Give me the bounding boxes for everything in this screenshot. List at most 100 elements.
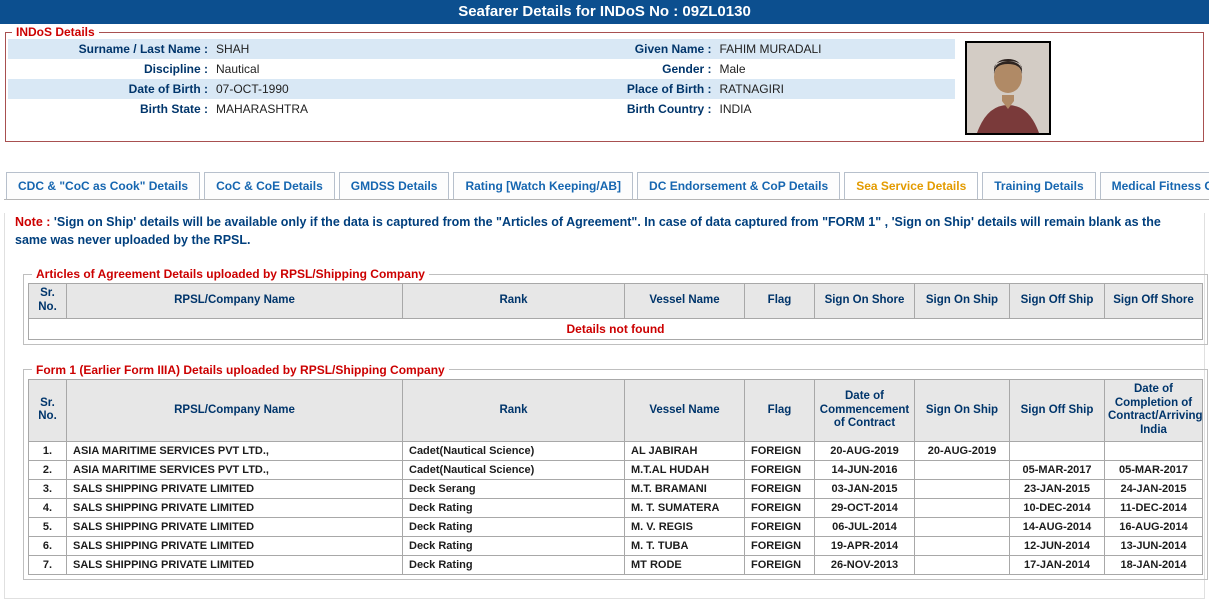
note-label: Note :: [15, 215, 50, 229]
cell-vessel: MT RODE: [625, 556, 745, 575]
indos-fields: Surname / Last Name : SHAH Given Name : …: [8, 39, 955, 119]
cell-vessel: M. T. SUMATERA: [625, 499, 745, 518]
col-vessel: Vessel Name: [625, 379, 745, 441]
cell-commencement-date: 14-JUN-2016: [815, 461, 915, 480]
cell-sign-off-ship: 10-DEC-2014: [1010, 499, 1105, 518]
cell-sign-on-ship: [915, 480, 1010, 499]
tab-medical-fitness-certificate[interactable]: Medical Fitness Certificate: [1100, 172, 1209, 200]
date-of-birth-label: Date of Birth :: [8, 79, 208, 99]
cell-commencement-date: 03-JAN-2015: [815, 480, 915, 499]
cell-completion-date: 13-JUN-2014: [1105, 537, 1203, 556]
date-of-birth-value: 07-OCT-1990: [216, 79, 289, 99]
cell-commencement-date: 06-JUL-2014: [815, 518, 915, 537]
form1-section-title: Form 1 (Earlier Form IIIA) Details uploa…: [32, 363, 449, 377]
tab-dc-endorsement-cop-details[interactable]: DC Endorsement & CoP Details: [637, 172, 840, 200]
cell-sign-off-ship: 05-MAR-2017: [1010, 461, 1105, 480]
cell-company: ASIA MARITIME SERVICES PVT LTD.,: [67, 442, 403, 461]
cell-vessel: M.T.AL HUDAH: [625, 461, 745, 480]
tab-gmdss-details[interactable]: GMDSS Details: [339, 172, 450, 200]
table-row: 2. ASIA MARITIME SERVICES PVT LTD., Cade…: [29, 461, 1203, 480]
form1-section: Form 1 (Earlier Form IIIA) Details uploa…: [23, 363, 1208, 580]
note-body: 'Sign on Ship' details will be available…: [15, 215, 1161, 247]
birth-country-value: INDIA: [720, 99, 752, 119]
col-vessel: Vessel Name: [625, 284, 745, 319]
birth-country-label: Birth Country :: [482, 99, 712, 119]
page-title: Seafarer Details for INDoS No : 09ZL0130: [458, 3, 751, 20]
cell-sr-no: 4.: [29, 499, 67, 518]
col-rank: Rank: [403, 379, 625, 441]
cell-commencement-date: 20-AUG-2019: [815, 442, 915, 461]
cell-flag: FOREIGN: [745, 461, 815, 480]
discipline-value: Nautical: [216, 59, 259, 79]
cell-sign-on-ship: [915, 499, 1010, 518]
field-row: Surname / Last Name : SHAH Given Name : …: [8, 39, 955, 59]
articles-header-row: Sr. No. RPSL/Company Name Rank Vessel Na…: [29, 284, 1203, 319]
cell-company: SALS SHIPPING PRIVATE LIMITED: [67, 499, 403, 518]
seafarer-photo-placeholder: [967, 43, 1049, 133]
place-of-birth-label: Place of Birth :: [482, 79, 712, 99]
gender-label: Gender :: [482, 59, 712, 79]
cell-sign-off-ship: 17-JAN-2014: [1010, 556, 1105, 575]
surname-value: SHAH: [216, 39, 249, 59]
cell-completion-date: 18-JAN-2014: [1105, 556, 1203, 575]
col-flag: Flag: [745, 284, 815, 319]
col-flag: Flag: [745, 379, 815, 441]
cell-sign-on-ship: [915, 461, 1010, 480]
gender-value: Male: [720, 59, 746, 79]
col-company: RPSL/Company Name: [67, 284, 403, 319]
details-not-found-message: Details not found: [29, 318, 1203, 339]
col-sign-off-shore: Sign Off Shore: [1105, 284, 1203, 319]
tab-training-details[interactable]: Training Details: [982, 172, 1095, 200]
table-row: 3. SALS SHIPPING PRIVATE LIMITED Deck Se…: [29, 480, 1203, 499]
tab-bar: CDC & "CoC as Cook" Details CoC & CoE De…: [4, 172, 1205, 200]
cell-rank: Deck Serang: [403, 480, 625, 499]
cell-commencement-date: 19-APR-2014: [815, 537, 915, 556]
articles-of-agreement-section: Articles of Agreement Details uploaded b…: [23, 267, 1208, 345]
cell-rank: Deck Rating: [403, 556, 625, 575]
col-completion-date: Date of Completion of Contract/Arriving …: [1105, 379, 1203, 441]
tab-coc-coe-details[interactable]: CoC & CoE Details: [204, 172, 335, 200]
cell-sign-off-ship: [1010, 442, 1105, 461]
form1-header-row: Sr. No. RPSL/Company Name Rank Vessel Na…: [29, 379, 1203, 441]
page-header: Seafarer Details for INDoS No : 09ZL0130: [0, 0, 1209, 24]
field-row: Date of Birth : 07-OCT-1990 Place of Bir…: [8, 79, 955, 99]
articles-table: Sr. No. RPSL/Company Name Rank Vessel Na…: [28, 283, 1203, 340]
cell-sr-no: 6.: [29, 537, 67, 556]
given-name-value: FAHIM MURADALI: [720, 39, 822, 59]
field-row: Discipline : Nautical Gender : Male: [8, 59, 955, 79]
cell-rank: Deck Rating: [403, 537, 625, 556]
cell-completion-date: [1105, 442, 1203, 461]
cell-flag: FOREIGN: [745, 518, 815, 537]
cell-flag: FOREIGN: [745, 442, 815, 461]
cell-completion-date: 11-DEC-2014: [1105, 499, 1203, 518]
table-row: 5. SALS SHIPPING PRIVATE LIMITED Deck Ra…: [29, 518, 1203, 537]
cell-flag: FOREIGN: [745, 480, 815, 499]
col-company: RPSL/Company Name: [67, 379, 403, 441]
cell-rank: Deck Rating: [403, 518, 625, 537]
tab-rating-watch-keeping-ab[interactable]: Rating [Watch Keeping/AB]: [453, 172, 633, 200]
cell-vessel: M.T. BRAMANI: [625, 480, 745, 499]
cell-flag: FOREIGN: [745, 556, 815, 575]
col-sign-off-ship: Sign Off Ship: [1010, 284, 1105, 319]
cell-vessel: M. T. TUBA: [625, 537, 745, 556]
discipline-label: Discipline :: [8, 59, 208, 79]
cell-company: SALS SHIPPING PRIVATE LIMITED: [67, 480, 403, 499]
cell-company: ASIA MARITIME SERVICES PVT LTD.,: [67, 461, 403, 480]
seafarer-photo: [965, 41, 1051, 135]
col-sign-off-ship: Sign Off Ship: [1010, 379, 1105, 441]
articles-section-title: Articles of Agreement Details uploaded b…: [32, 267, 429, 281]
place-of-birth-value: RATNAGIRI: [720, 79, 784, 99]
cell-sr-no: 2.: [29, 461, 67, 480]
birth-state-value: MAHARASHTRA: [216, 99, 308, 119]
given-name-label: Given Name :: [482, 39, 712, 59]
col-sign-on-ship: Sign On Ship: [915, 284, 1010, 319]
cell-company: SALS SHIPPING PRIVATE LIMITED: [67, 556, 403, 575]
indos-details-section: INDoS Details Surname / Last Name : SHAH…: [5, 25, 1204, 142]
cell-sign-on-ship: [915, 556, 1010, 575]
note-text: Note : 'Sign on Ship' details will be av…: [15, 213, 1194, 249]
tab-sea-service-details[interactable]: Sea Service Details: [844, 172, 978, 200]
cell-rank: Cadet(Nautical Science): [403, 442, 625, 461]
cell-sign-off-ship: 23-JAN-2015: [1010, 480, 1105, 499]
tab-cdc-coc-as-cook-details[interactable]: CDC & "CoC as Cook" Details: [6, 172, 200, 200]
col-sign-on-shore: Sign On Shore: [815, 284, 915, 319]
